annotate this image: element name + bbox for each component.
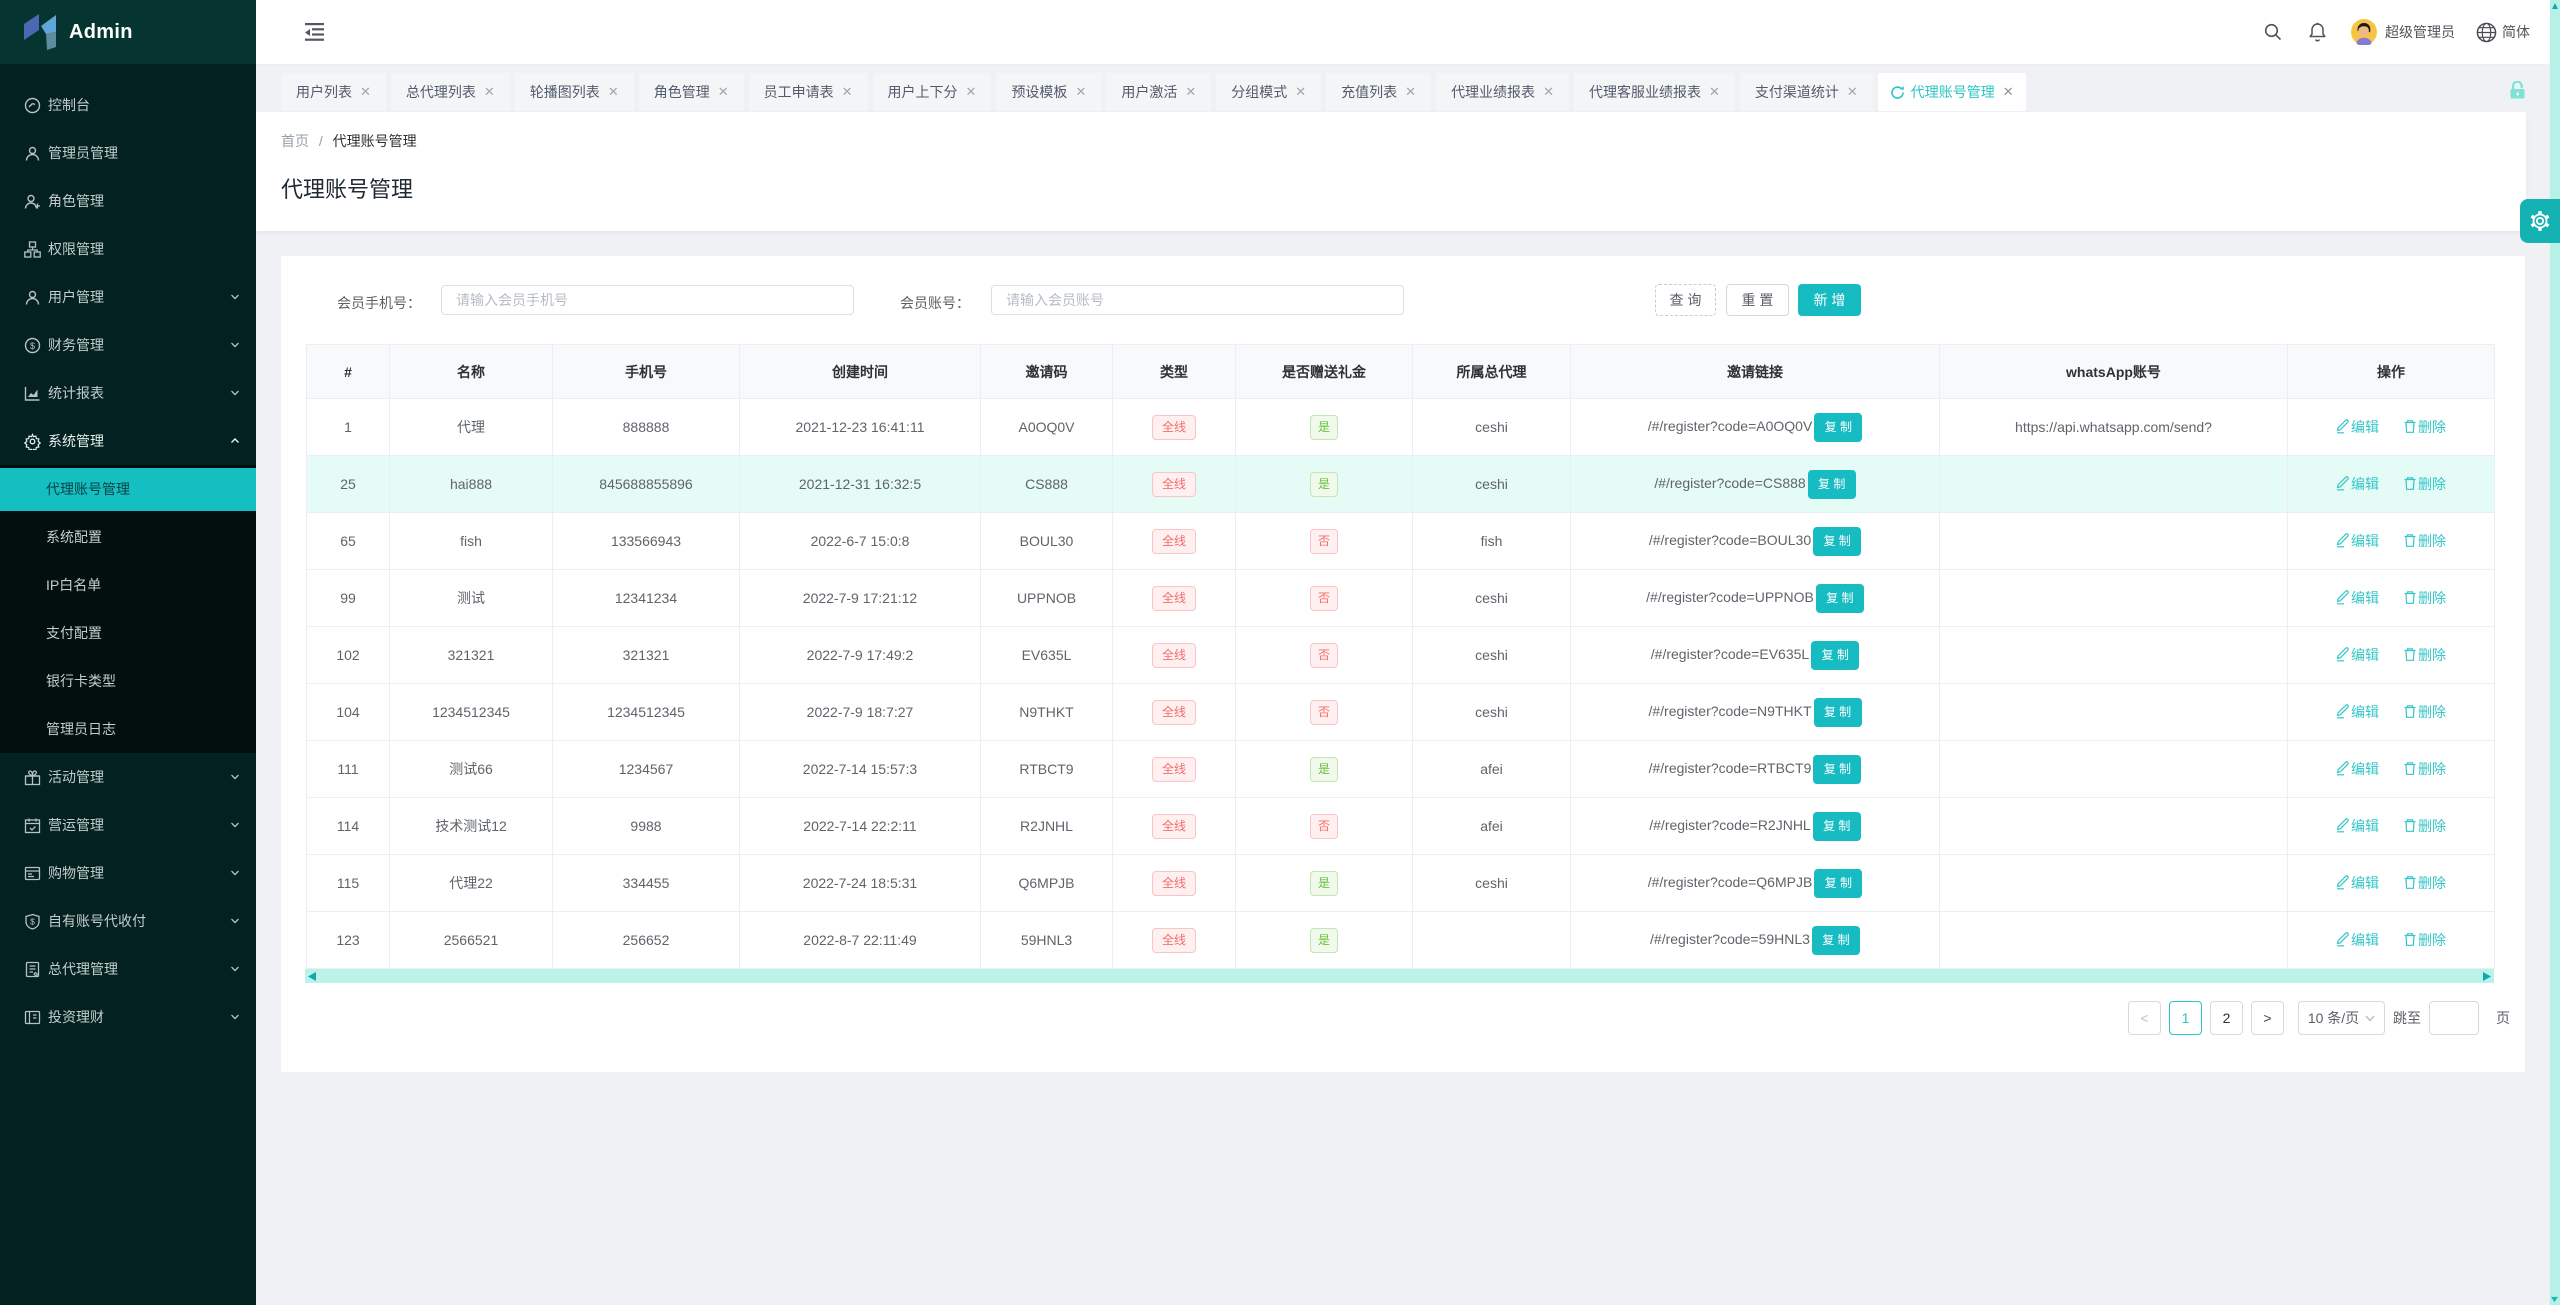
svg-text:$: $ [30,916,35,926]
svg-text:$: $ [30,341,35,351]
